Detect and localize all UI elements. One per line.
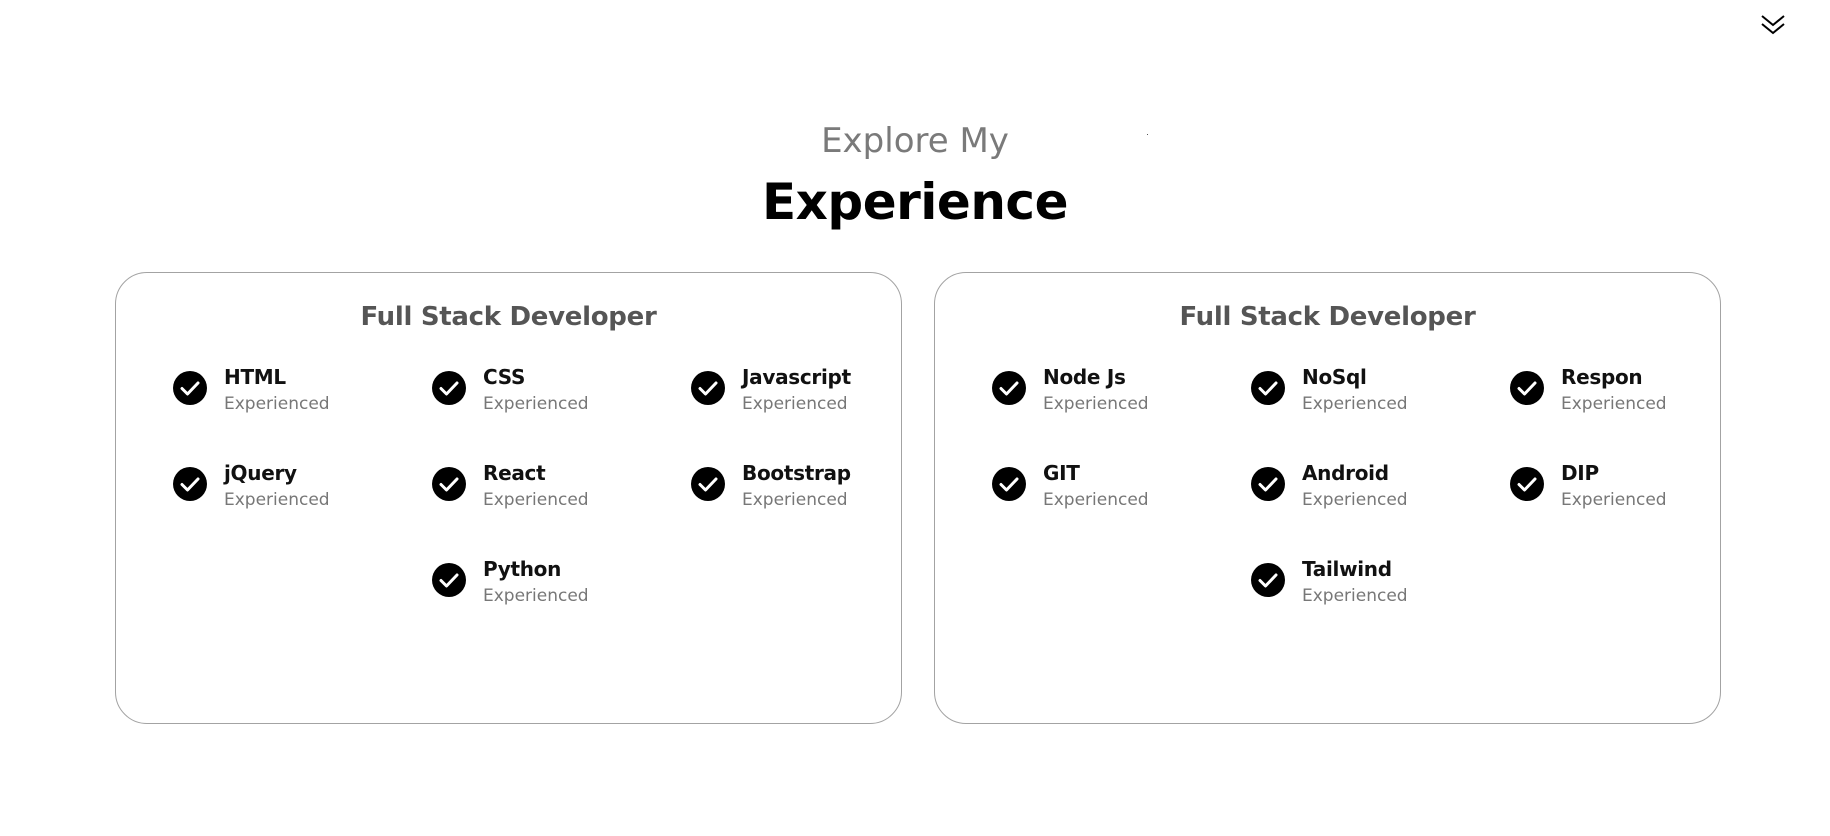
skill-level: Experienced [483,394,589,414]
skill-level: Experienced [1561,394,1667,414]
skill-item-tailwind: Tailwind Experienced [1251,555,1510,625]
check-circle-icon [1510,467,1544,501]
skill-item-nodejs: Node Js Experienced [992,363,1251,433]
skill-item-react: React Experienced [432,459,691,529]
section-subtitle: Explore My [821,121,1009,161]
skill-level: Experienced [1043,394,1149,414]
section-title: Experience [762,173,1068,231]
skills-grid: Node Js Experienced NoSql Experienced Re… [935,363,1720,625]
skill-name: DIP [1561,461,1599,485]
skill-item-css: CSS Experienced [432,363,691,433]
skill-level: Experienced [742,394,848,414]
section-header: Explore My Experience [0,116,1830,234]
check-circle-icon [173,371,207,405]
skill-name: Respon [1561,365,1643,389]
skill-level: Experienced [1561,490,1667,510]
skill-level: Experienced [224,394,330,414]
skill-item-dip: DIP Experienced [1510,459,1720,529]
skill-item-android: Android Experienced [1251,459,1510,529]
skill-level: Experienced [483,490,589,510]
skill-name: NoSql [1302,365,1367,389]
check-circle-icon [1251,563,1285,597]
skill-name: Python [483,557,562,581]
skill-name: React [483,461,546,485]
skill-item-respon: Respon Experienced [1510,363,1720,433]
skill-item-nosql: NoSql Experienced [1251,363,1510,433]
card-title: Full Stack Developer [1179,302,1476,332]
card-title: Full Stack Developer [360,302,657,332]
skill-item-git: GIT Experienced [992,459,1251,529]
skill-name: HTML [224,365,286,389]
skill-item-html: HTML Experienced [173,363,432,433]
double-chevron-down-icon[interactable] [1756,8,1790,42]
check-circle-icon [992,371,1026,405]
check-circle-icon [432,563,466,597]
skills-grid: HTML Experienced CSS Experienced Javascr… [116,363,901,625]
skill-level: Experienced [1302,490,1408,510]
check-circle-icon [432,467,466,501]
skill-level: Experienced [1043,490,1149,510]
check-circle-icon [691,371,725,405]
check-circle-icon [992,467,1026,501]
skill-item-bootstrap: Bootstrap Experienced [691,459,901,529]
skill-item-javascript: Javascript Experienced [691,363,901,433]
skill-item-python: Python Experienced [432,555,691,625]
skill-name: Tailwind [1302,557,1392,581]
check-circle-icon [1251,371,1285,405]
experience-cards: Full Stack Developer HTML Experienced CS… [115,272,1721,724]
skill-name: Javascript [742,365,851,389]
skill-name: CSS [483,365,526,389]
skill-level: Experienced [483,586,589,606]
skill-level: Experienced [742,490,848,510]
experience-card-frontend: Full Stack Developer HTML Experienced CS… [115,272,902,724]
skill-name: Node Js [1043,365,1126,389]
skill-name: Android [1302,461,1389,485]
check-circle-icon [691,467,725,501]
experience-card-backend: Full Stack Developer Node Js Experienced… [934,272,1721,724]
skill-level: Experienced [1302,586,1408,606]
check-circle-icon [432,371,466,405]
check-circle-icon [1251,467,1285,501]
check-circle-icon [173,467,207,501]
check-circle-icon [1510,371,1544,405]
skill-name: GIT [1043,461,1080,485]
skill-name: Bootstrap [742,461,851,485]
skill-level: Experienced [1302,394,1408,414]
skill-level: Experienced [224,490,330,510]
skill-item-jquery: jQuery Experienced [173,459,432,529]
experience-section: Explore My Experience Full Stack Develop… [0,0,1830,836]
skill-name: jQuery [224,461,297,485]
